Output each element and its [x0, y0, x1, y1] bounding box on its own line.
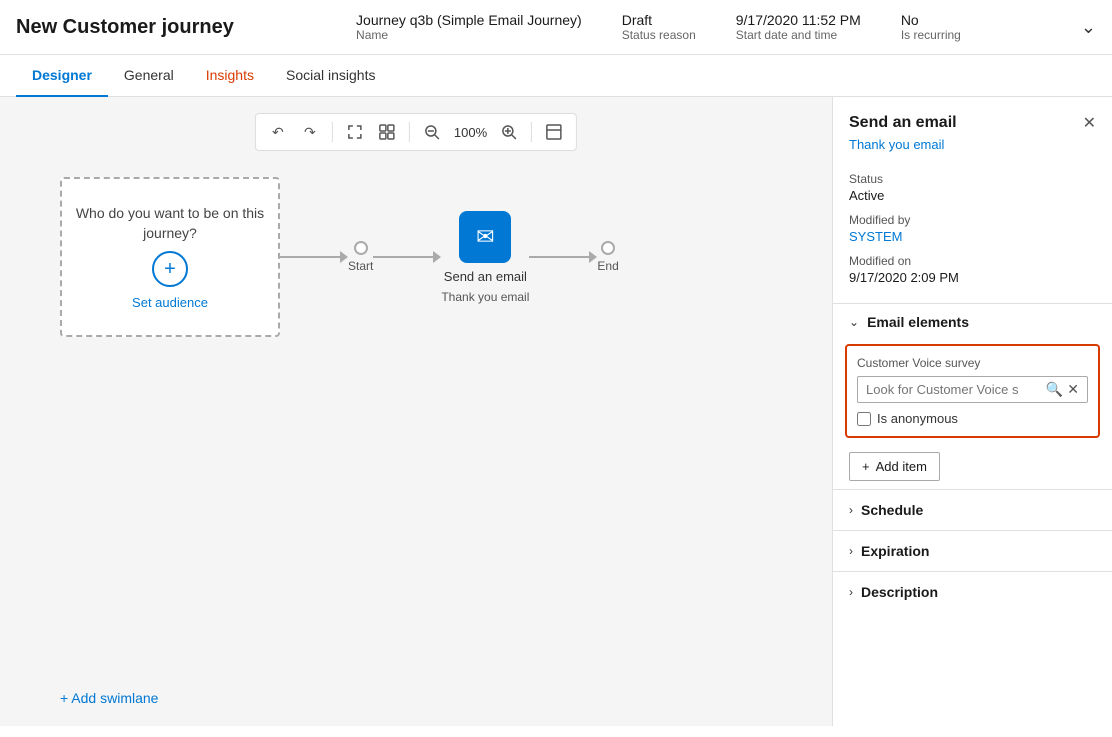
- panel-fields: Status Active Modified by SYSTEM Modifie…: [833, 164, 1112, 303]
- meta-date-value: 9/17/2020 11:52 PM: [736, 12, 861, 28]
- start-label: Start: [348, 259, 373, 273]
- connector-line-2: [373, 256, 433, 258]
- header-right: ⌄: [1081, 17, 1096, 38]
- email-node-box[interactable]: ✉: [459, 211, 511, 263]
- canvas-toolbar: ↶ ↷ 100%: [255, 113, 577, 151]
- email-node-label: Send an email: [444, 269, 527, 284]
- audience-text: Who do you want to be on this journey?: [62, 204, 278, 243]
- cv-anonymous-checkbox[interactable]: [857, 412, 871, 426]
- email-elements-chevron-icon: ⌄: [849, 315, 859, 329]
- cv-clear-icon[interactable]: ✕: [1067, 381, 1079, 398]
- customer-voice-section: Customer Voice survey 🔍 ✕ Is anonymous: [845, 344, 1100, 438]
- zoom-out-button[interactable]: [418, 118, 446, 146]
- email-node[interactable]: ✉ Send an email Thank you email: [441, 211, 529, 304]
- tab-designer[interactable]: Designer: [16, 55, 108, 97]
- schedule-title: Schedule: [861, 502, 923, 518]
- email-elements-header[interactable]: ⌄ Email elements: [833, 303, 1112, 340]
- email-icon: ✉: [476, 224, 494, 250]
- email-elements-title: Email elements: [867, 314, 969, 330]
- connector-to-end: [529, 251, 597, 263]
- designer-canvas[interactable]: ↶ ↷ 100% Who d: [0, 97, 832, 726]
- header-expand-icon[interactable]: ⌄: [1081, 17, 1096, 38]
- field-modified-by-label: Modified by: [849, 213, 1096, 227]
- cv-anonymous-label: Is anonymous: [877, 411, 958, 426]
- meta-date-label: Start date and time: [736, 28, 861, 42]
- start-step: Start: [348, 241, 373, 273]
- add-swimlane-button[interactable]: + Add swimlane: [60, 690, 158, 706]
- meta-date: 9/17/2020 11:52 PM Start date and time: [736, 12, 861, 42]
- zoom-level: 100%: [450, 125, 491, 140]
- meta-status-label: Status reason: [622, 28, 696, 42]
- connector-line-3: [529, 256, 589, 258]
- connector-line-1: [280, 256, 340, 258]
- schedule-chevron-icon: ›: [849, 503, 853, 517]
- toolbar-divider-2: [409, 122, 410, 142]
- toolbar-divider-1: [332, 122, 333, 142]
- meta-name-value: Journey q3b (Simple Email Journey): [356, 12, 582, 28]
- connector-arrow-3: [589, 251, 597, 263]
- add-item-icon: +: [862, 459, 870, 474]
- meta-recurring: No Is recurring: [901, 12, 961, 42]
- page-title: New Customer journey: [16, 16, 236, 39]
- connector-to-email: [373, 251, 441, 263]
- zoom-in-button[interactable]: [495, 118, 523, 146]
- cv-search-icon[interactable]: 🔍: [1046, 381, 1063, 398]
- meta-recurring-label: Is recurring: [901, 28, 961, 42]
- meta-name: Journey q3b (Simple Email Journey) Name: [356, 12, 582, 42]
- panel-subtitle: Thank you email: [833, 137, 1112, 164]
- field-modified-by-value[interactable]: SYSTEM: [849, 229, 1096, 244]
- set-audience-link[interactable]: Set audience: [132, 295, 208, 310]
- grid-button[interactable]: [373, 118, 401, 146]
- journey-diagram: Who do you want to be on this journey? +…: [60, 177, 619, 337]
- cv-label: Customer Voice survey: [857, 356, 1088, 370]
- toolbar-divider-3: [531, 122, 532, 142]
- field-modified-on-value: 9/17/2020 2:09 PM: [849, 270, 1096, 285]
- field-status-value: Active: [849, 188, 1096, 203]
- tab-social-insights[interactable]: Social insights: [270, 55, 392, 97]
- undo-button[interactable]: ↶: [264, 118, 292, 146]
- meta-status: Draft Status reason: [622, 12, 696, 42]
- panel-title: Send an email: [849, 114, 957, 132]
- end-dot: [601, 241, 615, 255]
- redo-button[interactable]: ↷: [296, 118, 324, 146]
- connector-to-start: [280, 251, 348, 263]
- add-item-label: Add item: [876, 459, 927, 474]
- end-label: End: [597, 259, 618, 273]
- meta-recurring-value: No: [901, 12, 961, 28]
- expiration-title: Expiration: [861, 543, 929, 559]
- panel-header: Send an email ✕: [833, 97, 1112, 137]
- description-title: Description: [861, 584, 938, 600]
- start-dot: [354, 241, 368, 255]
- description-chevron-icon: ›: [849, 585, 853, 599]
- meta-status-value: Draft: [622, 12, 696, 28]
- tab-insights[interactable]: Insights: [190, 55, 270, 97]
- connector-arrow-2: [433, 251, 441, 263]
- schedule-section[interactable]: › Schedule: [833, 489, 1112, 530]
- cv-search-input[interactable]: [866, 382, 1046, 397]
- description-section[interactable]: › Description: [833, 571, 1112, 612]
- tab-general[interactable]: General: [108, 55, 190, 97]
- panel-close-button[interactable]: ✕: [1083, 113, 1096, 133]
- main-area: ↶ ↷ 100% Who d: [0, 97, 1112, 726]
- expiration-chevron-icon: ›: [849, 544, 853, 558]
- audience-box[interactable]: Who do you want to be on this journey? +…: [60, 177, 280, 337]
- right-panel: Send an email ✕ Thank you email Status A…: [832, 97, 1112, 726]
- expiration-section[interactable]: › Expiration: [833, 530, 1112, 571]
- add-swimlane-label: + Add swimlane: [60, 690, 158, 706]
- email-node-sublabel: Thank you email: [441, 290, 529, 304]
- layout-button[interactable]: [540, 118, 568, 146]
- connector-arrow-1: [340, 251, 348, 263]
- add-item-button[interactable]: + Add item: [849, 452, 940, 481]
- fit-button[interactable]: [341, 118, 369, 146]
- header-meta: Journey q3b (Simple Email Journey) Name …: [236, 12, 1081, 42]
- cv-search-box: 🔍 ✕: [857, 376, 1088, 403]
- field-status-label: Status: [849, 172, 1096, 186]
- end-step: End: [597, 241, 618, 273]
- app-header: New Customer journey Journey q3b (Simple…: [0, 0, 1112, 55]
- meta-name-label: Name: [356, 28, 582, 42]
- tab-bar: Designer General Insights Social insight…: [0, 55, 1112, 97]
- add-audience-button[interactable]: +: [152, 251, 188, 287]
- cv-anonymous-row: Is anonymous: [857, 411, 1088, 426]
- field-modified-on-label: Modified on: [849, 254, 1096, 268]
